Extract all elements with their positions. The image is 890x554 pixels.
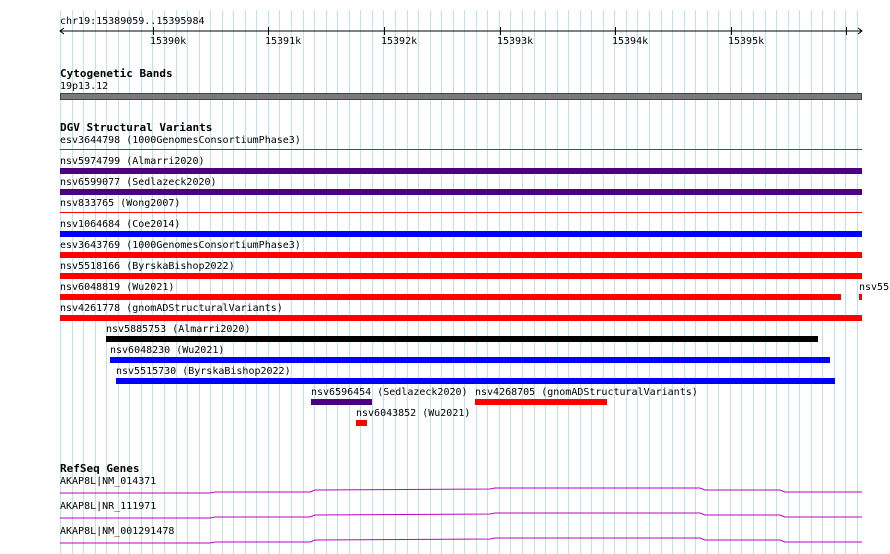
transcript-line (60, 512, 862, 519)
transcript-line (60, 487, 862, 494)
genome-browser-view: chr19:15389059..15395984 15390k 15391k 1… (0, 0, 890, 554)
refseq-transcript-lines[interactable] (0, 0, 890, 554)
transcript-line (60, 537, 862, 544)
